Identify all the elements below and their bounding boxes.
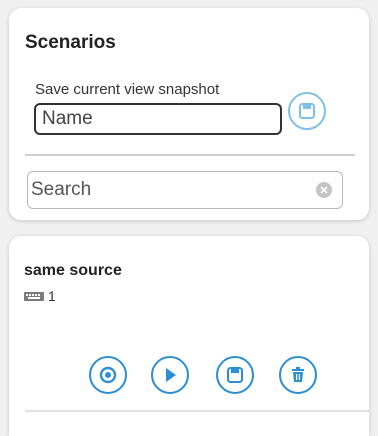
delete-scenario-button[interactable]: [279, 356, 317, 394]
divider: [25, 154, 355, 156]
panel-title: Scenarios: [25, 32, 116, 53]
name-input[interactable]: [34, 103, 282, 135]
view-scenario-button[interactable]: [89, 356, 127, 394]
clear-search-button[interactable]: [316, 182, 332, 198]
trash-icon: [292, 367, 304, 382]
save-icon: [299, 103, 315, 119]
search-input[interactable]: [31, 172, 301, 208]
eye-icon: [99, 366, 117, 384]
scenario-count: 1: [48, 288, 56, 304]
clear-icon: [320, 186, 328, 194]
card-divider: [25, 410, 369, 412]
search-box: [27, 171, 343, 209]
scenario-meta: 1: [24, 288, 56, 304]
save-hint-label: Save current view snapshot: [35, 81, 220, 98]
scenario-card: same source 1: [9, 236, 369, 436]
save-scenario-button[interactable]: [288, 92, 326, 130]
scenario-title: same source: [24, 262, 122, 279]
keyboard-icon: [24, 291, 44, 301]
save-scenario-item-button[interactable]: [216, 356, 254, 394]
save-icon: [227, 367, 243, 383]
play-icon: [166, 368, 176, 382]
scenarios-panel: Scenarios Save current view snapshot: [9, 8, 369, 220]
play-scenario-button[interactable]: [151, 356, 189, 394]
